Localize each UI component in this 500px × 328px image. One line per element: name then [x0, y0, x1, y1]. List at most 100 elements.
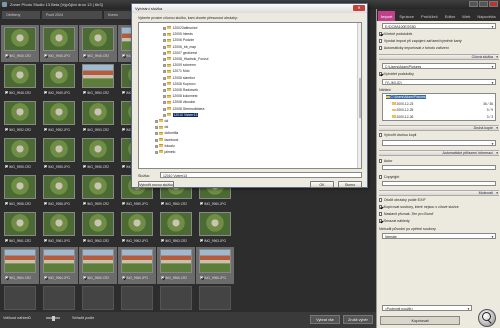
expand-icon[interactable]: + [163, 39, 166, 43]
check-create-subfolders[interactable]: Vytvářet podsložky [379, 72, 414, 76]
folder-tree-item[interactable]: +12010 Vizterr13 [163, 112, 199, 118]
check-subfolders[interactable]: Včetně podsložek [379, 32, 412, 36]
thumbnail-item[interactable]: IMG_9948.CR2 [1, 62, 39, 99]
expand-icon[interactable]: + [163, 82, 166, 86]
expand-icon[interactable]: + [163, 113, 166, 117]
thumbnail-item[interactable]: IMG_9965.CR2 [79, 247, 117, 284]
thumbnail-item[interactable]: IMG_9952.JPG [40, 99, 78, 136]
expand-icon[interactable]: + [163, 101, 166, 105]
folder-tree-item[interactable]: +12008 Kuprovo [163, 82, 196, 87]
import-button[interactable]: Kopírovat [380, 316, 460, 325]
scrollbar-thumb[interactable] [358, 78, 361, 118]
folder-tree-item[interactable]: +12006_bb_map [163, 45, 196, 50]
checkbox-icon[interactable] [379, 72, 383, 76]
thumbnail-item[interactable]: IMG_9965.JPG [118, 247, 156, 284]
folder-tree-item[interactable]: + dd [155, 125, 168, 130]
checkbox-icon[interactable] [379, 175, 383, 179]
checkbox-icon[interactable] [379, 32, 383, 36]
expand-icon[interactable]: + [155, 120, 158, 123]
option-copy-missing[interactable]: Kopírovat soubory, které nejsou v cílové… [379, 205, 459, 209]
folder-tree-item[interactable]: +12006 Podzim [163, 38, 194, 43]
section-target[interactable]: Cílová složka [379, 54, 499, 60]
expand-icon[interactable]: + [163, 76, 166, 80]
check-copyright[interactable]: Copyright [379, 175, 399, 179]
expand-icon[interactable]: + [163, 107, 166, 111]
check-author[interactable]: Autor [379, 159, 392, 163]
thumbnail-item[interactable]: IMG_9958.JPG [40, 173, 78, 210]
thumbnail-item[interactable]: IMG_9958.CR2 [1, 173, 39, 210]
copyright-field[interactable] [382, 181, 496, 186]
checkbox-icon[interactable] [379, 159, 383, 163]
thumbnail-item[interactable]: IMG_9956.CR2 [79, 136, 117, 173]
expand-icon[interactable]: + [163, 58, 166, 61]
checkbox-icon[interactable] [379, 133, 383, 137]
thumbnail-item[interactable]: IMG_9950.CR2 [79, 62, 117, 99]
new-folder-button[interactable]: Vytvořit novou složku [138, 181, 174, 188]
folder-tree-item[interactable]: + dd [155, 119, 168, 124]
folder-field[interactable]: 12010 Vizterr13 [160, 172, 362, 178]
section-options[interactable]: Možnosti [379, 190, 499, 196]
thumbnail-item[interactable]: IMG_9967.JPG [40, 284, 78, 312]
expand-icon[interactable]: + [155, 132, 158, 136]
expand-icon[interactable]: + [163, 33, 166, 37]
folder-tree-item[interactable]: +12007 geoforest [163, 51, 197, 56]
preview-tree-item[interactable]: C:\Users\Adam\Pictures [386, 95, 426, 99]
checkbox-icon[interactable] [379, 198, 383, 202]
select-all-button[interactable]: Vybrat vše [310, 315, 340, 324]
tab-import[interactable]: Import [378, 11, 396, 21]
thumbnail-item[interactable]: IMG_9955.CR2 [1, 136, 39, 173]
preview-tree-item[interactable]: 2000-12-26 [392, 115, 413, 119]
section-auto-info[interactable]: Automatické přiřazení informací [379, 150, 499, 156]
expand-icon[interactable]: + [163, 70, 166, 74]
folder-tree-item[interactable]: +12005 hleeds [163, 32, 193, 37]
expand-icon[interactable]: + [163, 95, 166, 99]
tab-web[interactable]: Web [459, 11, 473, 21]
thumbnail-item[interactable]: IMG_9946.CR2 [79, 25, 117, 62]
option-flag[interactable]: Nastavit příznak ‚Ten pro Bond' [379, 212, 434, 216]
target-path-select[interactable]: C:\Users\Adam\Pictures ▼ [382, 63, 496, 69]
folder-tree-item[interactable]: +12009 schnerm [163, 63, 196, 68]
folder-tree-item[interactable]: +120023afinschot [163, 26, 197, 31]
checkbox-icon[interactable] [379, 46, 383, 50]
tab-favorites[interactable]: Oblíbeny [2, 11, 40, 19]
subfolder-pattern-select[interactable]: {Y}-{M}-{D} ▼ [382, 79, 496, 85]
preview-tree-item[interactable]: 2000-12-25 [392, 108, 413, 112]
folder-tree-item[interactable]: +12008_Hladnok_Fonzul [163, 57, 208, 62]
maximize-icon[interactable] [479, 1, 488, 7]
thumbnail-item[interactable]: IMG_9953.CR2 [79, 99, 117, 136]
folder-tree-item[interactable]: + fotoalu [155, 144, 175, 149]
checkbox-icon[interactable] [379, 212, 383, 216]
ok-button[interactable]: OK [310, 181, 334, 188]
tab-help[interactable]: Nápověda [474, 11, 498, 21]
thumbnail-item[interactable]: IMG_9961.CR2 [1, 210, 39, 247]
folder-tree-item[interactable]: +12008 vikoulon [163, 100, 195, 105]
option-rotate[interactable]: Otočit obrázky podle EXIF [379, 198, 426, 202]
expand-icon[interactable]: + [155, 138, 158, 142]
expand-icon[interactable]: + [163, 64, 166, 68]
expand-icon[interactable]: + [163, 89, 166, 92]
folder-tree-item[interactable]: +12008 kolonnest [163, 94, 197, 99]
check-auto-start[interactable]: Vyndat import při zapojení zařízení/výmě… [379, 39, 462, 43]
source-select[interactable]: E:\DCIM\100EOS5D ▼ [382, 23, 496, 29]
expand-icon[interactable]: + [163, 45, 166, 49]
cancel-button[interactable]: Storno [338, 181, 362, 188]
tab-manager[interactable]: Správce [396, 11, 417, 21]
filter-select[interactable]: <Podmínit použití> ▼ [382, 305, 472, 311]
thumbnail-item[interactable]: IMG_9969.CR2 [157, 284, 195, 312]
option-delete-previews[interactable]: Smazat náhledy [379, 219, 410, 223]
expand-icon[interactable]: + [155, 144, 158, 148]
folder-tree-item[interactable]: +12008 slambor [163, 76, 195, 81]
expand-icon[interactable]: + [155, 151, 158, 154]
section-second-copy[interactable]: Druhá kopie [379, 125, 499, 131]
tab-year[interactable]: Pocit 2024 [42, 11, 102, 19]
expand-icon[interactable]: + [163, 51, 166, 55]
thumbnail-item[interactable]: IMG_9961.JPG [40, 210, 78, 247]
author-field[interactable] [382, 165, 496, 170]
tab-viewer[interactable]: Prohlížeč [418, 11, 441, 21]
thumbnail-item[interactable]: IMG_9962.CR2 [79, 210, 117, 247]
folder-tree-item[interactable]: + dofumfila [155, 131, 178, 136]
checkbox-icon[interactable] [379, 39, 383, 43]
preview-size-knob[interactable] [52, 315, 55, 321]
close-icon[interactable] [489, 1, 498, 7]
thumbnail-item[interactable]: IMG_9964.CR2 [1, 247, 39, 284]
